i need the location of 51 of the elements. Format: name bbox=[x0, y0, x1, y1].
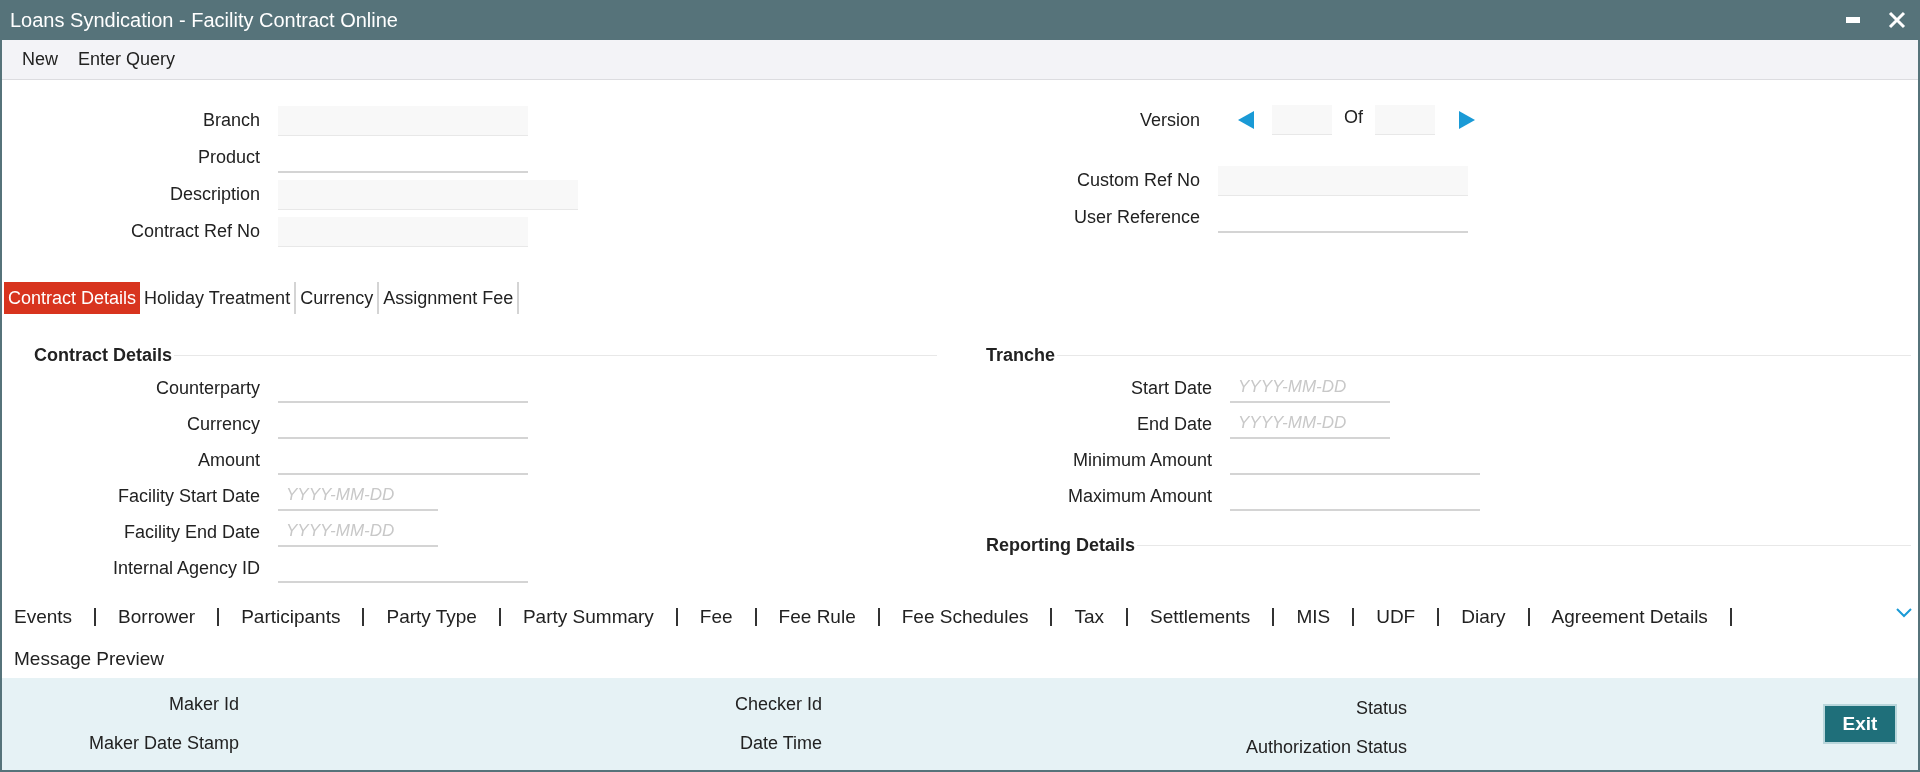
window-title: Loans Syndication - Facility Contract Online bbox=[10, 8, 398, 33]
link[interactable]: Party Type bbox=[386, 606, 477, 628]
chevron-down-icon[interactable] bbox=[1896, 608, 1912, 618]
field-label: Currency bbox=[185, 412, 260, 436]
field-label: Facility Start Date bbox=[116, 484, 260, 508]
link[interactable]: Events bbox=[14, 606, 73, 628]
link[interactable]: MIS bbox=[1296, 606, 1331, 628]
link[interactable]: Settlements bbox=[1150, 606, 1251, 628]
link[interactable]: Party Summary bbox=[522, 606, 654, 628]
link[interactable]: Agreement Details bbox=[1551, 606, 1708, 628]
field-label: User Reference bbox=[1072, 206, 1200, 229]
of-label: Of bbox=[1344, 105, 1363, 129]
link[interactable]: Borrower bbox=[118, 606, 196, 628]
menu-item[interactable]: New bbox=[22, 46, 58, 73]
field-label: Branch bbox=[201, 109, 260, 132]
field-label: Version bbox=[1138, 108, 1200, 132]
field-label: Contract Ref No bbox=[129, 220, 260, 243]
section-heading: Reporting Details bbox=[986, 533, 1136, 557]
field-label: Amount bbox=[196, 448, 260, 472]
close-icon[interactable] bbox=[1888, 11, 1906, 29]
field-label: Maximum Amount bbox=[1066, 484, 1212, 508]
link[interactable]: UDF bbox=[1376, 606, 1416, 628]
field-label: Product bbox=[196, 146, 260, 169]
link[interactable]: Participants bbox=[241, 606, 341, 628]
tab[interactable]: Contract Details bbox=[4, 282, 141, 314]
field-label: Custom Ref No bbox=[1075, 169, 1200, 192]
next-icon[interactable] bbox=[1459, 111, 1475, 129]
link[interactable]: Fee bbox=[699, 606, 733, 628]
menu-item[interactable]: Enter Query bbox=[78, 46, 176, 73]
field-label: Start Date bbox=[1129, 376, 1212, 400]
field-label: Description bbox=[168, 183, 260, 206]
link[interactable]: Message Preview bbox=[14, 648, 164, 670]
link[interactable]: Tax bbox=[1074, 606, 1105, 628]
field-label: Minimum Amount bbox=[1071, 448, 1212, 472]
link[interactable]: Fee Rule bbox=[778, 606, 856, 628]
field-label: End Date bbox=[1135, 412, 1212, 436]
field-label: Maker Date Stamp bbox=[87, 732, 239, 755]
field-label: Authorization Status bbox=[1244, 736, 1407, 759]
link[interactable]: Fee Schedules bbox=[901, 606, 1029, 628]
section-heading: Tranche bbox=[986, 343, 1056, 367]
link[interactable]: Diary bbox=[1461, 606, 1506, 628]
field-label: Internal Agency ID bbox=[111, 556, 260, 580]
field-label: Date Time bbox=[738, 732, 822, 755]
section-heading: Contract Details bbox=[34, 343, 173, 367]
exit-button[interactable]: Exit bbox=[1823, 704, 1897, 744]
previous-icon[interactable] bbox=[1238, 111, 1254, 129]
field-label: Maker Id bbox=[167, 693, 239, 716]
field-label: Checker Id bbox=[733, 693, 822, 716]
field-label: Counterparty bbox=[154, 376, 260, 400]
field-label: Facility End Date bbox=[122, 520, 260, 544]
field-label: Status bbox=[1354, 697, 1407, 720]
